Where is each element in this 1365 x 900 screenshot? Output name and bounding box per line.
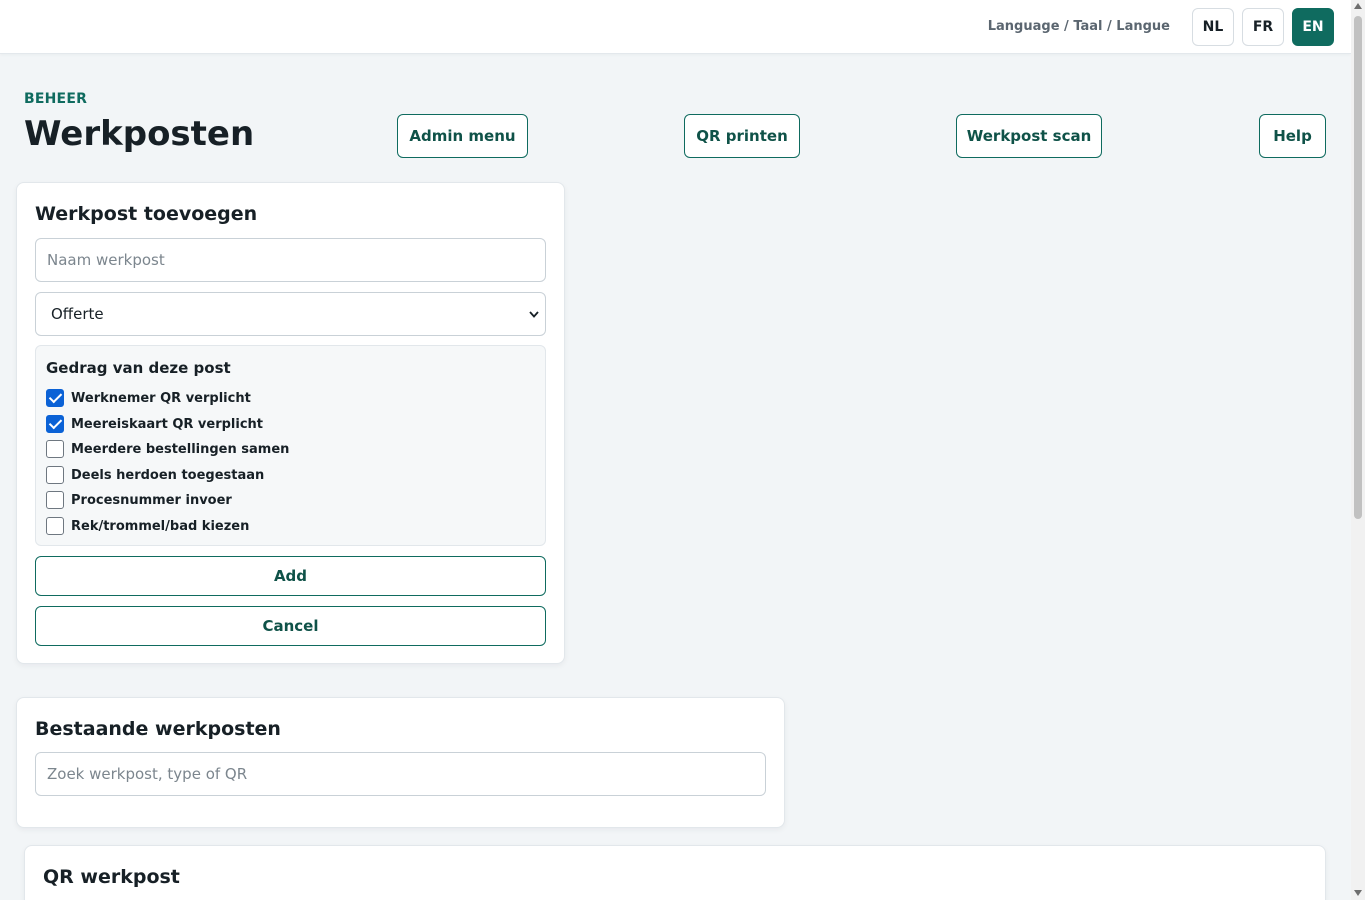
language-button-nl[interactable]: NL <box>1192 8 1234 46</box>
existing-workposts-card: Bestaande werkposten <box>16 697 785 828</box>
help-button[interactable]: Help <box>1259 114 1326 158</box>
option-choose-rack-drum-bath[interactable]: Rek/trommel/bad kiezen <box>46 516 249 536</box>
scroll-down-arrow-icon[interactable] <box>1354 890 1362 896</box>
section-eyebrow: BEHEER <box>24 91 88 107</box>
workpost-search-input[interactable] <box>35 752 766 796</box>
option-process-number-input[interactable]: Procesnummer invoer <box>46 490 232 510</box>
top-bar: Language / Taal / Langue NL FR EN <box>0 0 1351 54</box>
existing-workposts-title: Bestaande werkposten <box>35 718 281 740</box>
language-button-en[interactable]: EN <box>1292 8 1334 46</box>
option-label: Meereiskaart QR verplicht <box>71 416 264 432</box>
add-workpost-title: Werkpost toevoegen <box>35 203 258 225</box>
qr-workpost-card: QR werkpost <box>24 845 1326 900</box>
workpost-type-select[interactable]: Offerte <box>35 292 546 336</box>
behavior-options-panel: Gedrag van deze post Werknemer QR verpli… <box>35 345 546 546</box>
behavior-title: Gedrag van deze post <box>46 359 231 377</box>
option-label: Procesnummer invoer <box>71 492 232 508</box>
checkbox[interactable] <box>46 440 64 458</box>
checkbox[interactable] <box>46 466 64 484</box>
language-button-fr[interactable]: FR <box>1242 8 1284 46</box>
option-employee-qr-required[interactable]: Werknemer QR verplicht <box>46 388 251 408</box>
page-scrollbar[interactable] <box>1351 0 1365 900</box>
language-label: Language / Taal / Langue <box>987 19 1170 34</box>
add-workpost-card: Werkpost toevoegen Offerte Gedrag van de… <box>16 182 565 664</box>
admin-menu-button[interactable]: Admin menu <box>397 114 528 158</box>
option-label: Rek/trommel/bad kiezen <box>71 518 250 534</box>
scrollbar-thumb[interactable] <box>1354 16 1362 519</box>
option-partial-redo-allowed[interactable]: Deels herdoen toegestaan <box>46 465 264 485</box>
qr-workpost-title: QR werkpost <box>43 866 180 888</box>
checkbox[interactable] <box>46 415 64 433</box>
scroll-up-arrow-icon[interactable] <box>1354 3 1362 9</box>
option-label: Meerdere bestellingen samen <box>71 441 290 457</box>
checkbox[interactable] <box>46 517 64 535</box>
page-title: Werkposten <box>24 114 255 154</box>
option-travel-card-qr-required[interactable]: Meereiskaart QR verplicht <box>46 414 263 434</box>
option-label: Werknemer QR verplicht <box>71 390 251 406</box>
add-button[interactable]: Add <box>35 556 546 596</box>
cancel-button[interactable]: Cancel <box>35 606 546 646</box>
option-multiple-orders-together[interactable]: Meerdere bestellingen samen <box>46 439 289 459</box>
option-label: Deels herdoen toegestaan <box>71 467 265 483</box>
qr-print-button[interactable]: QR printen <box>684 114 800 158</box>
checkbox[interactable] <box>46 491 64 509</box>
checkbox[interactable] <box>46 389 64 407</box>
workpost-type-selected: Offerte <box>51 305 104 323</box>
workpost-scan-button[interactable]: Werkpost scan <box>956 114 1102 158</box>
chevron-down-icon <box>529 307 539 321</box>
workpost-name-input[interactable] <box>35 238 546 282</box>
